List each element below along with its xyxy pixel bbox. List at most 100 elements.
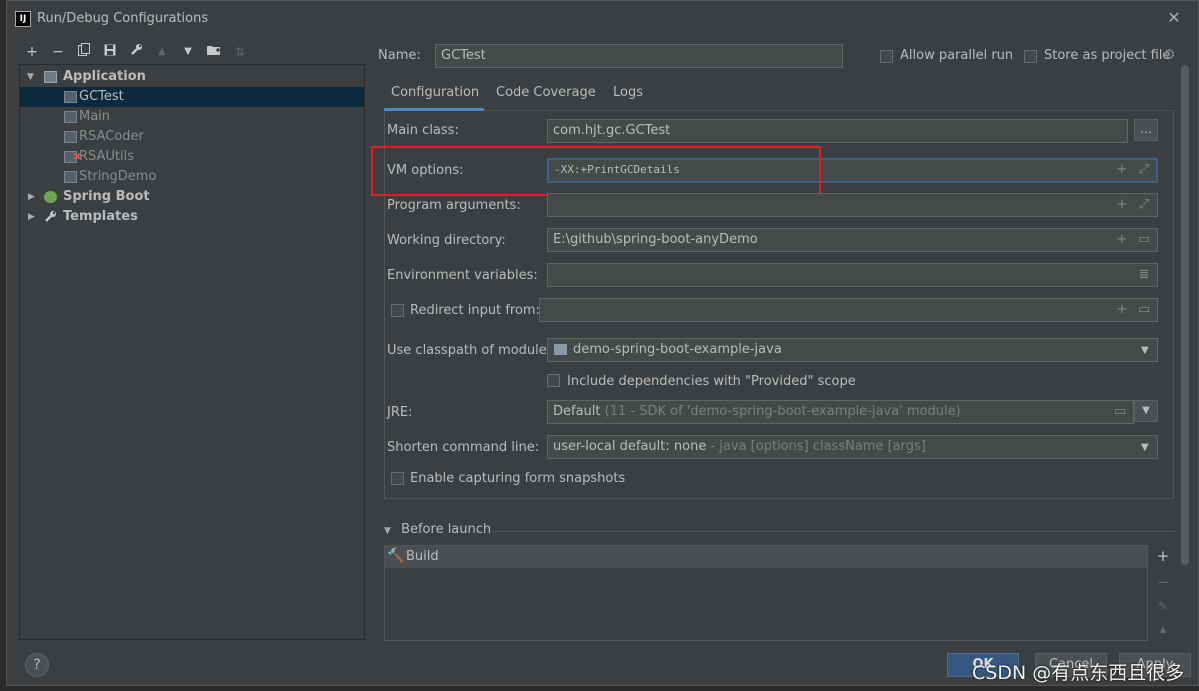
gear-icon[interactable]: ⚙ (1163, 47, 1176, 63)
tree-node-application[interactable]: ▼ Application (20, 67, 364, 87)
jre-dropdown-button[interactable]: ▼ (1134, 400, 1158, 422)
application-icon (44, 71, 57, 83)
chevron-right-icon: ▶ (28, 192, 35, 202)
snapshots-checkbox[interactable] (391, 472, 404, 485)
config-tree: ▼ Application GCTest Main RSACoder ✖ RSA… (19, 64, 365, 640)
spring-boot-icon (44, 191, 57, 203)
browse-button[interactable]: ... (1134, 119, 1158, 141)
jre-label: JRE: (387, 405, 413, 420)
redirect-label: Redirect input from: (410, 303, 540, 318)
run-debug-dialog: IJ Run/Debug Configurations ✕ + − ▲ ▼ ⇅ … (6, 0, 1199, 686)
expand-icon[interactable]: ⤢ (1137, 162, 1151, 177)
tab-configuration[interactable]: Configuration (391, 85, 479, 100)
move-up-icon[interactable]: ▲ (1155, 625, 1171, 635)
include-deps-label: Include dependencies with "Provided" sco… (567, 374, 856, 389)
shorten-select[interactable]: user-local default: none - java [options… (547, 435, 1158, 459)
csdn-watermark: CSDN @有点东西且很多 (972, 662, 1185, 684)
working-dir-label: Working directory: (387, 233, 506, 248)
name-input[interactable]: GCTest (435, 44, 843, 68)
plus-icon[interactable]: + (1115, 162, 1129, 177)
module-icon (554, 344, 567, 355)
remove-icon[interactable]: − (1155, 573, 1171, 591)
scrollbar[interactable] (1181, 65, 1189, 565)
classpath-label: Use classpath of module: (387, 343, 552, 358)
jre-select[interactable]: Default (11 - SDK of 'demo-spring-boot-e… (547, 400, 1134, 424)
window-title: Run/Debug Configurations (37, 11, 209, 26)
jre-value: Default (553, 404, 601, 419)
redirect-checkbox[interactable] (391, 304, 404, 317)
before-launch-list: 🔨 Build (384, 545, 1148, 641)
plus-icon[interactable]: + (1115, 302, 1129, 317)
remove-icon[interactable]: − (49, 43, 67, 61)
edit-icon[interactable]: ✎ (1155, 599, 1171, 613)
tree-node-spring-boot[interactable]: ▶ Spring Boot (20, 187, 364, 207)
tree-item-main[interactable]: Main (20, 107, 364, 127)
tree-item-gctest[interactable]: GCTest (20, 87, 364, 107)
store-project-label: Store as project file (1044, 48, 1171, 63)
allow-parallel-label: Allow parallel run (900, 48, 1014, 63)
tree-item-stringdemo[interactable]: StringDemo (20, 167, 364, 187)
highlight-annotation (371, 146, 821, 196)
help-button[interactable]: ? (25, 653, 49, 677)
chevron-down-icon[interactable]: ▼ (1141, 442, 1149, 453)
class-icon (64, 171, 77, 183)
tree-label-application: Application (63, 69, 146, 84)
class-icon (64, 111, 77, 123)
before-launch-label: Before launch (401, 522, 492, 537)
class-icon (64, 91, 77, 103)
wrench-icon[interactable] (127, 43, 145, 61)
tab-code-coverage[interactable]: Code Coverage (496, 85, 596, 100)
folder-icon[interactable]: ▭ (1137, 232, 1151, 247)
expand-icon[interactable]: ⤢ (1137, 197, 1151, 212)
title-bar: IJ Run/Debug Configurations ✕ (7, 1, 1198, 37)
move-up-icon[interactable]: ▲ (153, 43, 171, 61)
folder-icon[interactable]: ▭ (1113, 404, 1127, 419)
plus-icon[interactable]: + (1115, 197, 1129, 212)
chevron-right-icon: ▶ (28, 212, 35, 222)
tree-label-spring-boot: Spring Boot (63, 189, 150, 204)
tree-item-rsautils[interactable]: ✖ RSAUtils (20, 147, 364, 167)
list-item[interactable]: 🔨 Build (385, 546, 1147, 568)
program-args-input[interactable] (547, 193, 1158, 217)
before-launch-item-label: Build (406, 549, 439, 564)
plus-icon[interactable]: + (1115, 232, 1129, 247)
tab-logs[interactable]: Logs (613, 85, 643, 100)
intellij-icon: IJ (15, 11, 31, 27)
tree-item-rsacoder[interactable]: RSACoder (20, 127, 364, 147)
add-icon[interactable]: + (23, 43, 41, 61)
class-error-icon: ✖ (64, 151, 81, 163)
tree-item-label: StringDemo (79, 169, 157, 184)
before-launch-header[interactable]: ▼ Before launch (384, 522, 491, 537)
folder-icon[interactable] (205, 43, 223, 61)
allow-parallel-checkbox[interactable] (880, 50, 893, 63)
working-dir-input[interactable]: E:\github\spring-boot-anyDemo (547, 228, 1158, 252)
shorten-label: Shorten command line: (387, 440, 540, 455)
hammer-icon: 🔨 (387, 548, 405, 564)
include-deps-checkbox[interactable] (547, 374, 560, 387)
main-class-input[interactable]: com.hjt.gc.GCTest (547, 119, 1128, 143)
main-class-label: Main class: (387, 123, 459, 138)
shorten-value: user-local default: none (553, 439, 707, 454)
copy-icon[interactable] (75, 43, 93, 61)
redirect-input[interactable] (539, 298, 1158, 322)
classpath-select[interactable]: demo-spring-boot-example-java (547, 338, 1158, 362)
class-icon (64, 131, 77, 143)
chevron-down-icon: ▼ (384, 526, 391, 536)
folder-icon[interactable]: ▭ (1137, 302, 1151, 317)
move-down-icon[interactable]: ▼ (179, 43, 197, 61)
chevron-down-icon: ▼ (27, 72, 34, 82)
add-icon[interactable]: + (1155, 547, 1171, 565)
env-vars-input[interactable] (547, 263, 1158, 287)
list-icon[interactable]: ≣ (1137, 267, 1151, 282)
snapshots-label: Enable capturing form snapshots (410, 471, 626, 486)
shorten-hint: - java [options] className [args] (710, 439, 926, 454)
tree-node-templates[interactable]: ▶ Templates (20, 207, 364, 227)
chevron-down-icon[interactable]: ▼ (1141, 345, 1149, 356)
close-icon[interactable]: ✕ (1165, 9, 1183, 27)
name-label: Name: (378, 48, 421, 63)
store-project-checkbox[interactable] (1024, 50, 1037, 63)
before-launch-divider (492, 531, 1175, 532)
tree-item-label: Main (79, 109, 111, 124)
save-icon[interactable] (101, 43, 119, 61)
sort-icon[interactable]: ⇅ (231, 43, 249, 61)
